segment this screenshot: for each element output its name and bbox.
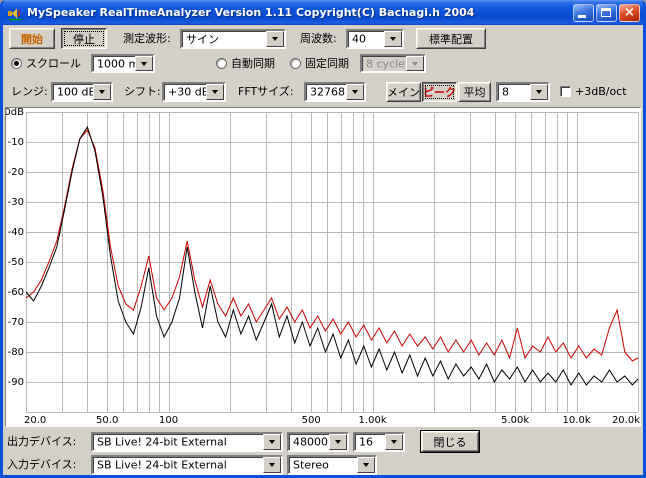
maximize-icon xyxy=(601,7,611,17)
range-select[interactable]: 100 dB xyxy=(51,82,113,102)
scroll-radio[interactable]: スクロール xyxy=(11,56,81,70)
client-area: 開始 停止 測定波形: サイン 周波数: 40 標準配置 スクロール 1000 … xyxy=(3,25,643,475)
main-button[interactable]: メイン xyxy=(386,82,421,102)
sample-rate-value: 48000 xyxy=(293,435,328,449)
svg-text:100: 100 xyxy=(159,415,178,426)
chevron-down-icon[interactable] xyxy=(263,457,281,473)
chevron-down-icon[interactable] xyxy=(135,56,153,71)
oct-slope-checkbox[interactable]: +3dB/oct xyxy=(560,85,627,98)
minimize-button[interactable] xyxy=(573,3,594,22)
spectrum-plot: 0dB -10 -20 -30 -40 -50 -60 -70 -80 -90 20.0 50.0 10… xyxy=(6,108,640,426)
svg-text:-50: -50 xyxy=(8,257,24,268)
range-label: レンジ: xyxy=(11,85,48,98)
output-device-value: SB Live! 24-bit External xyxy=(97,435,227,449)
peak-button[interactable]: ピーク xyxy=(422,82,457,102)
close-button[interactable] xyxy=(619,3,640,22)
fft-size-select[interactable]: 32768 xyxy=(304,82,366,102)
spectrum-chart-panel: 0dB -10 -20 -30 -40 -50 -60 -70 -80 -90 20.0 50.0 10… xyxy=(5,107,641,427)
svg-text:1.00k: 1.00k xyxy=(359,415,387,426)
app-window: MySpeaker RealTimeAnalyzer Version 1.11 … xyxy=(0,0,646,478)
chevron-down-icon[interactable] xyxy=(266,31,284,47)
svg-text:-40: -40 xyxy=(8,227,24,238)
bit-depth-select[interactable]: 16 xyxy=(353,432,405,452)
chevron-down-icon[interactable] xyxy=(385,434,403,450)
svg-text:-90: -90 xyxy=(8,377,24,388)
radio-icon[interactable] xyxy=(290,57,301,69)
fixed-sync-radio[interactable]: 固定同期 xyxy=(290,56,349,70)
fft-size-label: FFTサイズ: xyxy=(238,85,294,98)
average-button[interactable]: 平均 xyxy=(458,82,491,102)
scroll-radio-label: スクロール xyxy=(26,57,81,70)
maximize-button[interactable] xyxy=(596,3,617,22)
svg-text:20.0k: 20.0k xyxy=(612,415,640,426)
svg-text:-30: -30 xyxy=(8,197,24,208)
fft-size-value: 32768 xyxy=(310,85,345,99)
minimize-icon xyxy=(578,14,586,18)
chevron-down-icon xyxy=(406,56,424,71)
close-dialog-button[interactable]: 閉じる xyxy=(421,431,479,452)
stop-button[interactable]: 停止 xyxy=(61,28,107,49)
average-count-value: 8 xyxy=(502,85,509,99)
input-device-select[interactable]: SB Live! 24-bit External xyxy=(91,455,283,475)
svg-text:50.0: 50.0 xyxy=(96,415,118,426)
radio-icon[interactable] xyxy=(216,57,227,69)
output-device-label: 出力デバイス: xyxy=(7,435,77,448)
scroll-interval-select[interactable]: 1000 ms xyxy=(91,54,155,73)
chevron-down-icon[interactable] xyxy=(93,84,111,100)
input-device-label: 入力デバイス: xyxy=(7,458,77,471)
average-count-select[interactable]: 8 xyxy=(496,82,550,102)
frequency-value: 40 xyxy=(352,32,366,46)
chevron-down-icon[interactable] xyxy=(206,84,224,100)
input-device-value: SB Live! 24-bit External xyxy=(97,458,227,472)
chevron-down-icon[interactable] xyxy=(263,434,281,450)
frequency-select[interactable]: 40 xyxy=(346,29,404,49)
waveform-select[interactable]: サイン xyxy=(180,29,286,49)
svg-text:10.0k: 10.0k xyxy=(563,415,591,426)
channels-select[interactable]: Stereo xyxy=(287,455,377,475)
bit-depth-value: 16 xyxy=(359,435,373,449)
frequency-label: 周波数: xyxy=(300,32,337,45)
window-title: MySpeaker RealTimeAnalyzer Version 1.11 … xyxy=(27,6,475,19)
start-button[interactable]: 開始 xyxy=(9,28,55,49)
chevron-down-icon[interactable] xyxy=(384,31,402,47)
fixed-sync-label: 固定同期 xyxy=(305,57,349,70)
cycle-select: 8 cycle xyxy=(360,54,426,73)
svg-text:-60: -60 xyxy=(8,287,24,298)
shift-value: +30 dB xyxy=(168,85,210,99)
cycle-value: 8 cycle xyxy=(366,57,405,70)
title-bar[interactable]: MySpeaker RealTimeAnalyzer Version 1.11 … xyxy=(3,0,643,25)
auto-sync-label: 自動同期 xyxy=(231,57,275,70)
svg-text:-10: -10 xyxy=(8,137,24,148)
radio-icon[interactable] xyxy=(11,57,22,69)
oct-slope-label: +3dB/oct xyxy=(575,85,627,98)
svg-text:-70: -70 xyxy=(8,317,24,328)
svg-text:0dB: 0dB xyxy=(6,108,24,118)
svg-text:20.0: 20.0 xyxy=(24,415,46,426)
close-icon xyxy=(620,5,639,21)
checkbox-icon[interactable] xyxy=(560,86,571,97)
chevron-down-icon[interactable] xyxy=(530,84,548,100)
svg-text:500: 500 xyxy=(302,415,321,426)
sample-rate-select[interactable]: 48000 xyxy=(287,432,349,452)
shift-label: シフト: xyxy=(124,85,161,98)
output-device-select[interactable]: SB Live! 24-bit External xyxy=(91,432,283,452)
svg-text:-20: -20 xyxy=(8,167,24,178)
channels-value: Stereo xyxy=(293,458,329,472)
standard-layout-button[interactable]: 標準配置 xyxy=(416,28,486,49)
auto-sync-radio[interactable]: 自動同期 xyxy=(216,56,275,70)
svg-text:5.00k: 5.00k xyxy=(501,415,529,426)
shift-select[interactable]: +30 dB xyxy=(162,82,226,102)
window-controls xyxy=(573,3,640,22)
svg-text:-80: -80 xyxy=(8,347,24,358)
range-value: 100 dB xyxy=(57,85,97,99)
waveform-label: 測定波形: xyxy=(123,32,171,45)
waveform-value: サイン xyxy=(186,33,219,46)
chevron-down-icon[interactable] xyxy=(357,457,375,473)
chevron-down-icon[interactable] xyxy=(346,84,364,100)
app-icon xyxy=(7,5,23,21)
chevron-down-icon[interactable] xyxy=(329,434,347,450)
